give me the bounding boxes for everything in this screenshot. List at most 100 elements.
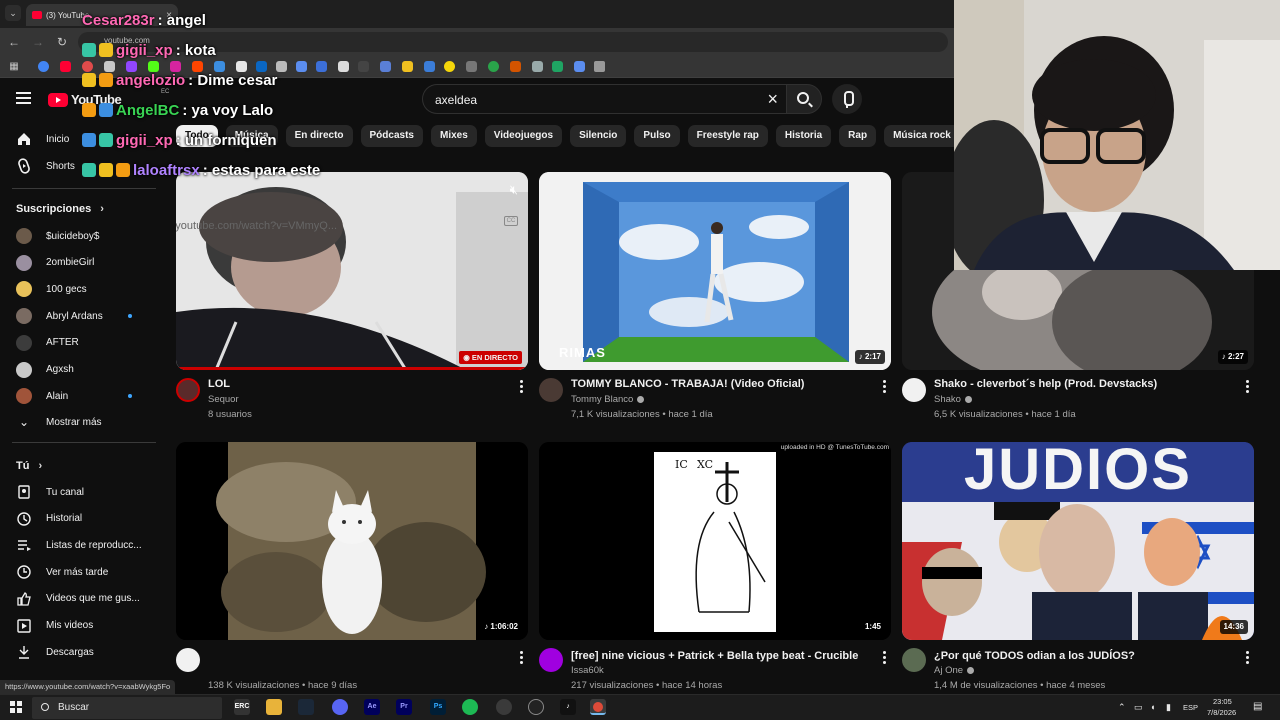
clear-search-icon[interactable]: × bbox=[767, 89, 778, 110]
chip-8[interactable]: Freestyle rap bbox=[687, 125, 768, 147]
subscriptions-heading[interactable]: Suscripciones › bbox=[16, 203, 104, 215]
you-item[interactable]: Historial bbox=[16, 509, 156, 529]
channel-name[interactable]: Issa60k bbox=[571, 665, 604, 676]
channel-name[interactable]: Sequor bbox=[208, 394, 239, 405]
subscription-item[interactable]: 100 gecs bbox=[16, 279, 156, 299]
spotify-icon[interactable] bbox=[462, 699, 478, 715]
voice-search-mic-icon[interactable] bbox=[832, 84, 862, 114]
reload-icon[interactable]: ↻ bbox=[54, 34, 70, 50]
captions-icon[interactable]: CC bbox=[504, 216, 518, 226]
subscription-item[interactable]: 2ombieGirl bbox=[16, 253, 156, 273]
search-button[interactable] bbox=[786, 84, 822, 114]
channel-avatar[interactable] bbox=[902, 648, 926, 672]
bookmark-icon[interactable] bbox=[276, 61, 287, 72]
channel-avatar[interactable] bbox=[902, 378, 926, 402]
tray-volume-icon[interactable]: ◖ bbox=[1150, 702, 1155, 712]
bookmark-icon[interactable] bbox=[316, 61, 327, 72]
obs-icon[interactable] bbox=[528, 699, 544, 715]
taskbar-app-icon[interactable]: ERC bbox=[234, 699, 250, 715]
tray-chevron-icon[interactable]: ⌃ bbox=[1118, 702, 1126, 713]
taskbar-app-icon[interactable] bbox=[496, 699, 512, 715]
show-more-button[interactable]: ⌄ Mostrar más bbox=[16, 412, 156, 432]
channel-name[interactable]: Shako bbox=[934, 394, 972, 405]
you-item[interactable]: Videos que me gus... bbox=[16, 589, 156, 609]
forward-arrow-icon[interactable]: → bbox=[30, 34, 46, 50]
chip-6[interactable]: Silencio bbox=[570, 125, 627, 147]
more-actions-icon[interactable] bbox=[880, 380, 888, 394]
video-thumbnail[interactable]: https://www.youtube.com/watch?v=VMmyQ...… bbox=[176, 172, 528, 370]
video-title[interactable]: Shako - cleverbot´s help (Prod. Devstack… bbox=[934, 378, 1157, 390]
bookmark-sheets-icon[interactable] bbox=[552, 61, 563, 72]
guide-menu-icon[interactable] bbox=[16, 92, 31, 104]
subscription-item[interactable]: Abryl Ardans bbox=[16, 306, 156, 326]
channel-avatar[interactable] bbox=[176, 378, 200, 402]
bookmark-icon[interactable] bbox=[424, 61, 435, 72]
you-item[interactable]: Descargas bbox=[16, 642, 156, 662]
apps-grid-icon[interactable]: ▦ bbox=[6, 59, 22, 75]
bookmark-icon[interactable] bbox=[358, 61, 369, 72]
bookmark-google-icon[interactable] bbox=[38, 61, 49, 72]
bookmark-icon[interactable] bbox=[532, 61, 543, 72]
back-arrow-icon[interactable]: ← bbox=[6, 34, 22, 50]
chip-10[interactable]: Rap bbox=[839, 125, 877, 147]
chip-4[interactable]: Mixes bbox=[430, 125, 477, 147]
video-title[interactable]: TOMMY BLANCO - TRABAJA! (Video Oficial) bbox=[571, 378, 804, 390]
you-item[interactable]: Ver más tarde bbox=[16, 562, 156, 582]
photoshop-icon[interactable]: Ps bbox=[430, 699, 446, 715]
bookmark-folder-icon[interactable] bbox=[594, 61, 605, 72]
search-input[interactable]: axeldea × bbox=[422, 84, 786, 114]
subscription-item[interactable]: AFTER bbox=[16, 333, 156, 353]
more-actions-icon[interactable] bbox=[1243, 651, 1251, 665]
chip-5[interactable]: Videojuegos bbox=[484, 125, 563, 147]
bookmark-icon[interactable] bbox=[444, 61, 455, 72]
tiktok-icon[interactable]: ♪ bbox=[560, 699, 576, 715]
video-title[interactable]: [free] nine vicious + Patrick + Bella ty… bbox=[571, 650, 858, 662]
clock-time[interactable]: 23:05 bbox=[1213, 697, 1232, 706]
video-thumbnail[interactable]: uploaded in HD @ TunesToTube.com IC XC 1… bbox=[539, 442, 891, 640]
video-title[interactable]: ¿Por qué TODOS odian a los JUDÍOS? bbox=[934, 650, 1135, 662]
channel-avatar[interactable] bbox=[539, 378, 563, 402]
you-item[interactable]: Mis videos bbox=[16, 616, 156, 636]
subscription-item[interactable]: Alain bbox=[16, 386, 156, 406]
steam-icon[interactable] bbox=[298, 699, 314, 715]
bookmark-icon[interactable] bbox=[402, 61, 413, 72]
tray-network-icon[interactable]: ▭ bbox=[1134, 702, 1143, 713]
chip-2[interactable]: En directo bbox=[285, 125, 353, 147]
file-explorer-icon[interactable] bbox=[266, 699, 282, 715]
more-actions-icon[interactable] bbox=[1243, 380, 1251, 394]
subscription-item[interactable]: Agxsh bbox=[16, 360, 156, 380]
chip-7[interactable]: Pulso bbox=[634, 125, 680, 147]
chip-11[interactable]: Música rock bbox=[884, 125, 956, 147]
you-item[interactable]: Listas de reproducc... bbox=[16, 535, 156, 555]
bookmark-icon[interactable] bbox=[466, 61, 477, 72]
windows-start-icon[interactable] bbox=[10, 701, 22, 713]
discord-icon[interactable] bbox=[332, 699, 348, 715]
video-title[interactable]: LOL bbox=[208, 378, 230, 390]
channel-name[interactable]: Aj One bbox=[934, 665, 975, 676]
channel-avatar[interactable] bbox=[176, 648, 200, 672]
keyboard-language[interactable]: ESP bbox=[1183, 703, 1198, 712]
chip-9[interactable]: Historia bbox=[775, 125, 832, 147]
subscription-item[interactable]: $uicideboy$ bbox=[16, 226, 156, 246]
premiere-icon[interactable]: Pr bbox=[396, 699, 412, 715]
more-actions-icon[interactable] bbox=[517, 651, 525, 665]
channel-avatar[interactable] bbox=[539, 648, 563, 672]
clock-date[interactable]: 7/8/2026 bbox=[1207, 708, 1236, 717]
bookmark-icon[interactable] bbox=[296, 61, 307, 72]
bookmark-notion-icon[interactable] bbox=[338, 61, 349, 72]
video-thumbnail[interactable]: JUDIOS 14:36 bbox=[902, 442, 1254, 640]
channel-name[interactable]: Tommy Blanco bbox=[571, 394, 645, 405]
you-heading[interactable]: Tú › bbox=[16, 460, 42, 472]
tray-mic-icon[interactable]: ▮ bbox=[1166, 702, 1171, 713]
bookmark-icon[interactable] bbox=[380, 61, 391, 72]
tab-search-button[interactable]: ⌄ bbox=[5, 5, 21, 21]
notifications-icon[interactable]: ▤ bbox=[1253, 701, 1262, 712]
bookmark-icon[interactable] bbox=[574, 61, 585, 72]
more-actions-icon[interactable] bbox=[517, 380, 525, 394]
taskbar-search-input[interactable]: Buscar bbox=[32, 697, 222, 719]
you-item[interactable]: Tu canal bbox=[16, 482, 156, 502]
chip-3[interactable]: Pódcasts bbox=[360, 125, 423, 147]
chrome-icon[interactable] bbox=[590, 699, 606, 715]
more-actions-icon[interactable] bbox=[880, 651, 888, 665]
bookmark-icon[interactable] bbox=[510, 61, 521, 72]
